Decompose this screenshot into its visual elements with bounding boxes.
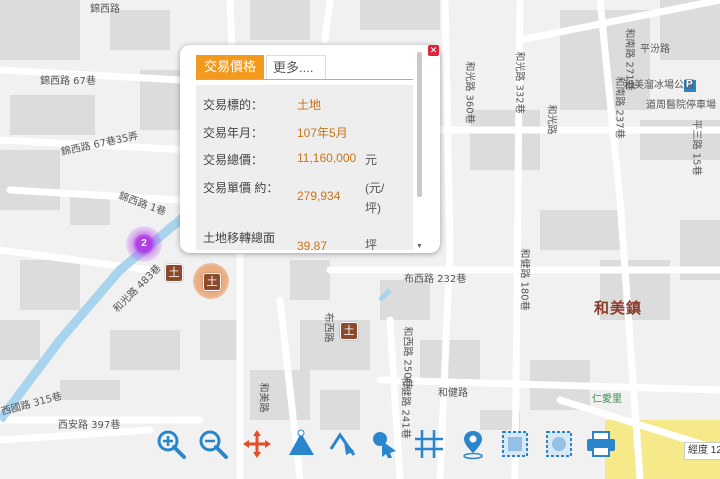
field-unit: 元	[365, 153, 378, 167]
measure-area-icon[interactable]	[284, 427, 318, 461]
place-label: 仁愛里	[592, 394, 622, 405]
field-unit: 坪)	[365, 201, 381, 215]
road-label: 和光路 332巷	[513, 51, 525, 114]
field-label: 土地移轉總面	[203, 231, 276, 245]
field-value: 土地	[297, 98, 322, 112]
print-icon[interactable]	[584, 427, 618, 461]
land-marker-icon[interactable]: 土	[165, 264, 183, 282]
field-value: 107年5月	[297, 126, 348, 140]
place-label: 和美溜冰場公園	[624, 80, 694, 91]
transaction-popup: ✕ 交易價格 更多.... 交易標的： 土地 交易年月： 107年5月 交易總價…	[180, 45, 440, 253]
road-label: 布西路 232巷	[404, 274, 467, 285]
field-value: 11,160,000	[297, 151, 357, 165]
road-label: 錦西路	[90, 4, 120, 15]
road-label: 錦西路 67巷	[40, 76, 96, 87]
land-marker-icon[interactable]: 土	[340, 322, 358, 340]
road-label: 和光路	[545, 104, 557, 135]
cluster-marker[interactable]: 2	[126, 226, 162, 262]
popup-tabs: 交易價格 更多....	[196, 55, 413, 80]
field-value: 279,934	[297, 189, 341, 203]
road-label: 和光路 360巷	[463, 61, 475, 124]
field-unit: (元/	[365, 181, 385, 195]
map-toolbar	[150, 425, 620, 465]
zoom-in-icon[interactable]	[154, 427, 188, 461]
tab-more[interactable]: 更多....	[266, 55, 326, 79]
coordinate-readout: 經度 12	[684, 442, 720, 460]
road-label: 和美路	[257, 382, 269, 413]
zoom-out-icon[interactable]	[196, 427, 230, 461]
field-unit: 坪	[365, 238, 378, 250]
measure-line-icon[interactable]	[326, 427, 360, 461]
locate-icon[interactable]	[456, 427, 490, 461]
field-label: 交易總價：	[203, 153, 264, 167]
scrollbar-thumb[interactable]	[417, 52, 422, 197]
pan-icon[interactable]	[240, 427, 274, 461]
road-label: 和健路 180巷	[518, 248, 530, 311]
road-label: 西安路 397巷	[58, 420, 121, 431]
field-label: 交易年月：	[203, 126, 264, 140]
road-label: 平汾路	[640, 44, 670, 55]
field-value: 39.87	[297, 239, 328, 250]
road-label: 平三路 15巷	[690, 119, 702, 176]
district-label: 和美鎮	[594, 300, 643, 317]
road-label: 布西路	[322, 312, 334, 343]
field-label: 交易單價 約：	[203, 181, 279, 195]
tab-price[interactable]: 交易價格	[196, 55, 264, 79]
parking-icon: P	[686, 79, 693, 90]
select-rect-icon[interactable]	[498, 427, 532, 461]
popup-body: 交易標的： 土地 交易年月： 107年5月 交易總價： 11,160,000 元…	[196, 85, 413, 250]
place-label: 道周醫院停車場	[646, 100, 716, 111]
close-icon[interactable]: ✕	[428, 45, 439, 56]
select-circle-icon[interactable]	[542, 427, 576, 461]
field-label: 交易標的：	[203, 98, 264, 112]
cluster-count: 2	[141, 238, 147, 249]
road-icon[interactable]	[412, 427, 446, 461]
road-label: 和健路	[438, 388, 468, 399]
popup-scrollbar[interactable]: ▼	[416, 52, 423, 250]
scroll-down-icon[interactable]: ▼	[416, 243, 423, 250]
land-marker-icon[interactable]: 土	[203, 273, 221, 291]
identify-icon[interactable]	[368, 427, 402, 461]
